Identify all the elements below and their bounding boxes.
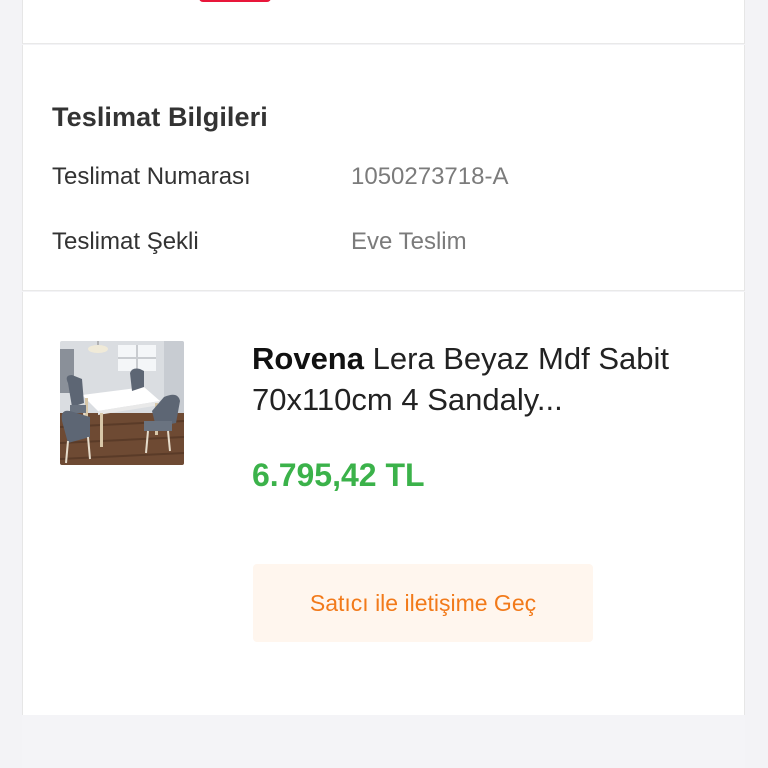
top-card bbox=[22, 0, 745, 44]
delivery-method-label: Teslimat Şekli bbox=[52, 228, 199, 255]
product-price: 6.795,42 TL bbox=[252, 457, 425, 493]
delivery-number-label: Teslimat Numarası bbox=[52, 163, 251, 190]
red-badge-icon bbox=[199, 0, 271, 2]
delivery-info-section: Teslimat Bilgileri Teslimat Numarası 105… bbox=[22, 45, 745, 291]
order-detail-page: Teslimat Bilgileri Teslimat Numarası 105… bbox=[0, 0, 768, 768]
product-title[interactable]: Rovena Lera Beyaz Mdf Sabit 70x110cm 4 S… bbox=[252, 338, 692, 420]
delivery-method-value: Eve Teslim bbox=[351, 228, 467, 255]
product-brand: Rovena bbox=[252, 341, 364, 376]
product-section: Rovena Lera Beyaz Mdf Sabit 70x110cm 4 S… bbox=[22, 292, 745, 715]
delivery-info-title: Teslimat Bilgileri bbox=[52, 102, 268, 132]
bottom-section bbox=[22, 715, 745, 768]
dining-table-set-image-icon bbox=[60, 341, 184, 465]
product-image[interactable] bbox=[60, 341, 184, 465]
contact-seller-button[interactable]: Satıcı ile iletişime Geç bbox=[253, 564, 593, 642]
delivery-number-value: 1050273718-A bbox=[351, 163, 509, 190]
